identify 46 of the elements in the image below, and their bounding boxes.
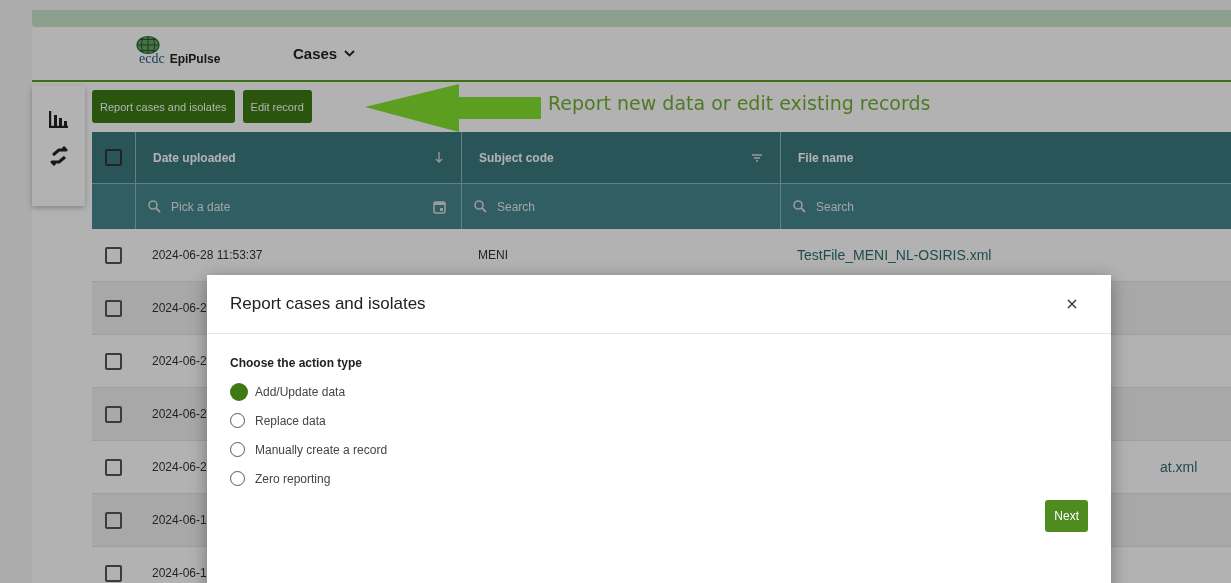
option-label[interactable]: Replace data bbox=[255, 413, 326, 428]
option-label[interactable]: Manually create a record bbox=[255, 442, 388, 457]
next-button[interactable]: Next bbox=[1045, 500, 1088, 532]
search-icon bbox=[793, 200, 806, 213]
dialog-title: Report cases and isolates bbox=[230, 294, 426, 314]
row-checkbox[interactable] bbox=[105, 511, 122, 529]
row-checkbox[interactable] bbox=[105, 246, 122, 264]
row-checkbox[interactable] bbox=[105, 405, 122, 423]
filter-field[interactable]: Search bbox=[814, 198, 1216, 215]
file-link[interactable]: TestFile_MENI_NL-OSIRIS.xml bbox=[797, 247, 992, 263]
option-label[interactable]: Add/Update data bbox=[255, 384, 346, 399]
column-header[interactable]: File name bbox=[781, 132, 1231, 183]
date-cell: 2024-06-28 11:53:37 bbox=[152, 248, 263, 262]
date-cell: 2024-06-2 bbox=[152, 460, 207, 474]
row-checkbox[interactable] bbox=[105, 352, 122, 370]
row-checkbox[interactable] bbox=[105, 458, 122, 476]
sort-arrow-icon[interactable] bbox=[435, 152, 443, 163]
date-cell: 2024-06-2 bbox=[152, 354, 207, 368]
chevron-down-icon bbox=[344, 50, 356, 57]
annotation-text: Report new data or edit existing records bbox=[548, 92, 931, 114]
toolbar-button[interactable]: Report cases and isolates bbox=[92, 90, 235, 123]
date-cell: 2024-06-2 bbox=[152, 301, 207, 315]
file-link[interactable]: at.xml bbox=[1160, 459, 1198, 475]
question-label: Choose the action type bbox=[230, 356, 364, 370]
cases-menu[interactable]: Cases bbox=[293, 45, 356, 62]
search-icon bbox=[474, 200, 487, 213]
date-cell: 2024-06-1 bbox=[152, 566, 207, 580]
globe-icon bbox=[135, 34, 161, 55]
subject-cell: MENI bbox=[478, 248, 508, 262]
row-checkbox[interactable] bbox=[105, 299, 122, 317]
filter-field[interactable]: Pick a date bbox=[169, 198, 425, 215]
logo-name: EpiPulse bbox=[169, 51, 221, 66]
logo-mark: ecdc bbox=[139, 50, 165, 67]
radio-button[interactable] bbox=[230, 382, 248, 401]
date-cell: 2024-06-1 bbox=[152, 513, 207, 527]
swap-arrows-icon[interactable] bbox=[48, 146, 69, 166]
search-icon bbox=[148, 200, 161, 213]
option-label[interactable]: Zero reporting bbox=[255, 471, 331, 486]
toolbar-button[interactable]: Edit record bbox=[242, 90, 312, 123]
close-icon[interactable] bbox=[1067, 299, 1077, 309]
calendar-icon[interactable] bbox=[433, 199, 446, 214]
row-checkbox[interactable] bbox=[105, 564, 122, 582]
filter-field[interactable]: Search bbox=[495, 198, 765, 215]
bar-chart-icon[interactable] bbox=[48, 110, 69, 128]
select-all-checkbox[interactable] bbox=[105, 149, 122, 166]
date-cell: 2024-06-2 bbox=[152, 407, 207, 421]
